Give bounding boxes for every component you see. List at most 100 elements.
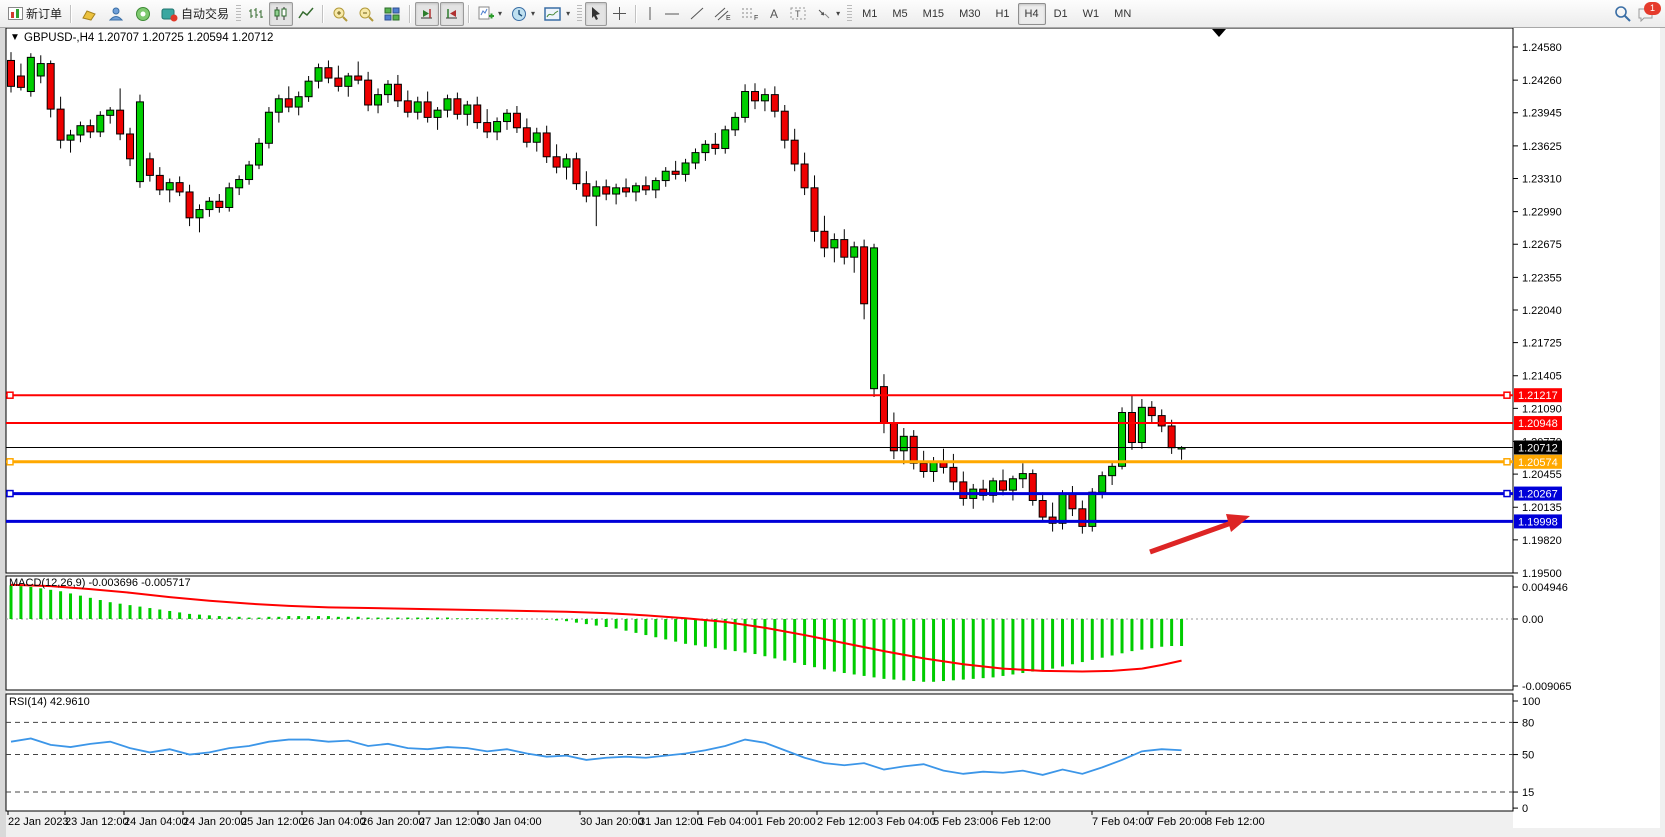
tab-w1[interactable]: W1 [1076, 3, 1107, 25]
tab-d1[interactable]: D1 [1047, 3, 1075, 25]
candle-down [841, 240, 848, 258]
symbol-dropdown-icon[interactable]: ▼ [10, 32, 20, 43]
time-tick-label: 30 Jan 20:00 [580, 816, 644, 828]
candle-up [345, 76, 352, 86]
time-tick-label: 1 Feb 04:00 [698, 816, 757, 828]
candle-up [295, 97, 302, 107]
template-button[interactable]: ▾ [540, 2, 574, 26]
market-button[interactable] [76, 2, 102, 26]
tab-m5[interactable]: M5 [885, 3, 914, 25]
vertical-line-button[interactable] [641, 2, 659, 26]
period-icon [511, 6, 527, 22]
candle-up [67, 135, 74, 140]
tab-h1[interactable]: H1 [988, 3, 1016, 25]
candle-up [632, 186, 639, 192]
autotrade-button[interactable]: 自动交易 [157, 2, 233, 26]
crosshair-button[interactable] [608, 2, 631, 26]
candle-down [325, 68, 332, 78]
zoom-in-icon [332, 6, 349, 22]
macd-tick-label: 0.004946 [1522, 582, 1568, 594]
rsi-tick-label: 50 [1522, 750, 1534, 762]
price-tick-label: 1.22040 [1522, 305, 1562, 317]
chart-plot-area[interactable] [6, 28, 1513, 573]
channel-button[interactable]: E [710, 2, 736, 26]
line-chart-button[interactable] [294, 2, 318, 26]
time-tick-label: 3 Feb 04:00 [877, 816, 936, 828]
candle-up [1019, 474, 1026, 479]
line-handle[interactable] [1504, 459, 1510, 465]
candle-down [623, 188, 630, 192]
candle-down [1128, 412, 1135, 442]
line-handle[interactable] [7, 459, 13, 465]
tab-mn[interactable]: MN [1107, 3, 1138, 25]
chat-button[interactable]: 1 [1637, 6, 1655, 22]
candle-up [742, 92, 749, 118]
cursor-button[interactable] [585, 2, 607, 26]
candle-up [1138, 407, 1145, 442]
channel-icon: E [714, 6, 732, 21]
chevron-down-icon: ▾ [531, 9, 535, 18]
tile-windows-button[interactable] [380, 2, 405, 26]
macd-panel[interactable] [6, 576, 1513, 690]
line-handle[interactable] [1504, 491, 1510, 497]
fibonacci-button[interactable]: F [737, 2, 763, 26]
auto-scroll-button[interactable] [415, 2, 439, 26]
candle-up [722, 130, 729, 149]
market-icon [80, 6, 98, 22]
candle-chart-button[interactable] [269, 2, 293, 26]
time-tick-label: 27 Jan 12:00 [419, 816, 483, 828]
candle-down [1158, 416, 1165, 426]
profile-button[interactable] [103, 2, 129, 26]
tab-h4[interactable]: H4 [1018, 3, 1046, 25]
candle-up [1059, 494, 1066, 523]
tab-m30[interactable]: M30 [952, 3, 987, 25]
text-button[interactable]: A [764, 2, 785, 26]
time-tick-label: 22 Jan 2023 [8, 816, 69, 828]
price-tick-label: 1.22990 [1522, 207, 1562, 219]
time-tick-label: 5 Feb 23:00 [933, 816, 992, 828]
candle-up [494, 122, 501, 132]
line-handle[interactable] [7, 392, 13, 398]
svg-text:E: E [726, 15, 731, 21]
tab-m15[interactable]: M15 [916, 3, 951, 25]
candle-up [315, 68, 322, 81]
line-handle[interactable] [1504, 392, 1510, 398]
candle-chart-icon [273, 6, 289, 21]
new-order-button[interactable]: 新订单 [4, 2, 66, 26]
trendline-button[interactable] [685, 2, 709, 26]
candle-up [851, 247, 858, 257]
crosshair-icon [612, 6, 627, 21]
candle-up [692, 153, 699, 163]
candle-down [146, 159, 153, 176]
auto-scroll-icon [419, 6, 435, 21]
line-handle[interactable] [7, 491, 13, 497]
candle-up [375, 95, 382, 105]
candle-up [305, 81, 312, 97]
candle-down [1000, 481, 1007, 490]
horizontal-line-button[interactable] [660, 2, 684, 26]
arrows-button[interactable]: ▾ [812, 2, 844, 26]
tab-m1[interactable]: M1 [855, 3, 884, 25]
bar-chart-button[interactable] [244, 2, 268, 26]
candle-up [533, 133, 540, 142]
time-tick-label: 2 Feb 12:00 [817, 816, 876, 828]
zoom-out-button[interactable] [354, 2, 379, 26]
chart-shift-button[interactable] [440, 2, 464, 26]
zoom-in-button[interactable] [328, 2, 353, 26]
add-indicator-button[interactable]: ▾ [474, 2, 506, 26]
period-button[interactable]: ▾ [507, 2, 539, 26]
price-tick-label: 1.23945 [1522, 108, 1562, 120]
time-tick-label: 7 Feb 20:00 [1148, 816, 1207, 828]
rsi-panel[interactable] [6, 694, 1513, 811]
price-tick-label: 1.20455 [1522, 469, 1562, 481]
price-tick-label: 1.24580 [1522, 42, 1562, 54]
candle-down [404, 101, 411, 112]
candle-up [593, 187, 600, 196]
cursor-icon [589, 6, 603, 21]
signal-button[interactable] [130, 2, 156, 26]
chart-title: GBPUSD-,H4 1.20707 1.20725 1.20594 1.207… [24, 32, 273, 44]
candle-down [880, 387, 887, 423]
search-icon[interactable] [1614, 5, 1631, 22]
text-label-button[interactable]: T [786, 2, 811, 26]
candle-down [781, 111, 788, 140]
